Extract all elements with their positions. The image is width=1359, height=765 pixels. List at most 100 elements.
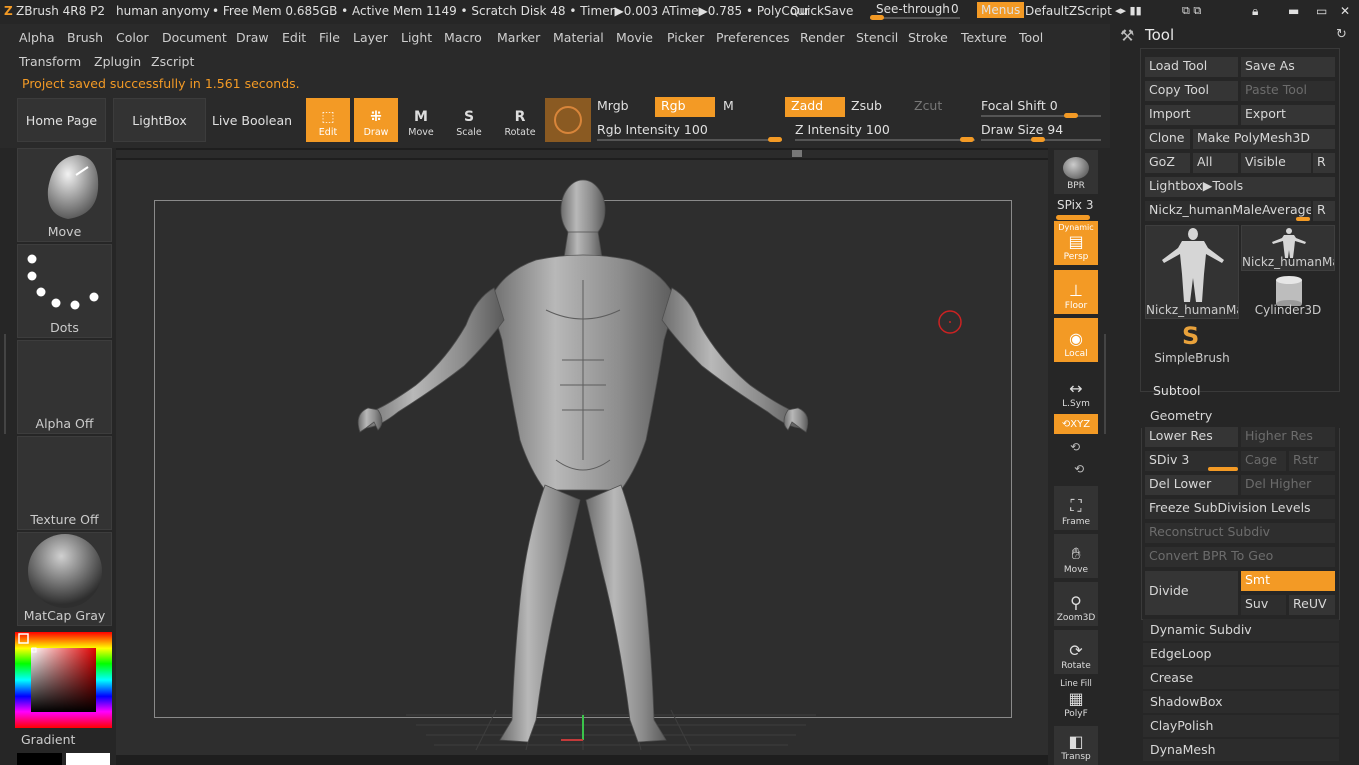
color-picker-swatch[interactable] (15, 632, 112, 728)
save-as-button[interactable]: Save As (1241, 57, 1335, 77)
menu-file[interactable]: File (316, 28, 343, 47)
menu-transform[interactable]: Transform (16, 52, 84, 71)
scale-mode-button[interactable]: S Scale (447, 98, 491, 142)
brush-selector[interactable]: Move (17, 148, 112, 242)
clone-button[interactable]: Clone (1145, 129, 1190, 149)
rgb-intensity-knob[interactable] (768, 137, 782, 142)
color-picker[interactable] (15, 632, 112, 728)
lock-icon[interactable]: 🔒︎ (1252, 4, 1258, 19)
main-color-swatch[interactable] (17, 753, 62, 765)
shadowbox-section[interactable]: ShadowBox (1143, 691, 1339, 713)
menu-marker[interactable]: Marker (494, 28, 543, 47)
goz-visible-button[interactable]: Visible (1241, 153, 1311, 173)
focal-shift-knob[interactable] (1064, 113, 1078, 118)
sdiv-slider-knob[interactable] (1208, 467, 1238, 471)
rotate-y-icon[interactable]: ⟲ (1070, 440, 1080, 454)
rotate-view-button[interactable]: ⟳ Rotate (1054, 630, 1098, 674)
rotate-z-icon[interactable]: ⟲ (1074, 462, 1084, 476)
close-icon[interactable]: ✕ (1340, 4, 1350, 18)
rstr-button[interactable]: Rstr (1289, 451, 1335, 471)
geometry-section[interactable]: Geometry (1143, 405, 1339, 427)
reconstruct-subdiv-button[interactable]: Reconstruct Subdiv (1145, 523, 1335, 543)
menu-picker[interactable]: Picker (664, 28, 707, 47)
menu-zscript[interactable]: Zscript (148, 52, 197, 71)
export-button[interactable]: Export (1241, 105, 1335, 125)
zadd-toggle[interactable]: Zadd (785, 97, 845, 117)
zsub-toggle[interactable]: Zsub (845, 97, 905, 117)
material-swatch-button[interactable] (545, 98, 591, 142)
menu-edit[interactable]: Edit (279, 28, 309, 47)
transp-button[interactable]: ◧ Transp (1054, 726, 1098, 765)
home-page-button[interactable]: Home Page (17, 98, 106, 142)
lightbox-tools-button[interactable]: Lightbox▶Tools (1145, 177, 1335, 197)
xyz-rotation-button[interactable]: ⟲ XYZ (1054, 414, 1098, 434)
rgb-intensity-slider[interactable]: Rgb Intensity 100 (591, 121, 781, 141)
local-button[interactable]: ◉ Local (1054, 318, 1098, 362)
del-higher-button[interactable]: Del Higher (1241, 475, 1335, 495)
goz-button[interactable]: GoZ (1145, 153, 1190, 173)
menu-color[interactable]: Color (113, 28, 152, 47)
dynamesh-section[interactable]: DynaMesh (1143, 739, 1339, 761)
maximize-icon[interactable]: ▭ (1316, 4, 1327, 18)
persp-button[interactable]: Dynamic ▤ Persp (1054, 221, 1098, 265)
alpha-selector[interactable]: Alpha Off (17, 340, 112, 434)
secondary-color-swatch[interactable] (66, 753, 110, 765)
tool-thumb-simplebrush[interactable]: S SimpleBrush (1145, 321, 1239, 367)
make-polymesh3d-button[interactable]: Make PolyMesh3D (1193, 129, 1335, 149)
edit-mode-button[interactable]: ⬚ Edit (306, 98, 350, 142)
subtool-section[interactable]: Subtool (1153, 383, 1200, 398)
rotate-mode-button[interactable]: R Rotate (498, 98, 542, 142)
rgb-intensity-track[interactable] (597, 139, 782, 141)
z-intensity-knob[interactable] (960, 137, 974, 142)
smt-toggle[interactable]: Smt (1241, 571, 1335, 591)
paste-tool-button[interactable]: Paste Tool (1241, 81, 1335, 101)
edgeloop-section[interactable]: EdgeLoop (1143, 643, 1339, 665)
m-toggle[interactable]: M (717, 97, 777, 117)
lightbox-button[interactable]: LightBox (113, 98, 206, 142)
menu-draw[interactable]: Draw (233, 28, 272, 47)
import-button[interactable]: Import (1145, 105, 1238, 125)
tool-thumb-cylinder3d[interactable]: Cylinder3D (1241, 273, 1335, 319)
menu-preferences[interactable]: Preferences (713, 28, 793, 47)
draw-size-knob[interactable] (1031, 137, 1045, 142)
move-mode-button[interactable]: M Move (399, 98, 443, 142)
draw-mode-button[interactable]: ⁜ Draw (354, 98, 398, 142)
focal-shift-track[interactable] (981, 115, 1101, 117)
quicksave-button[interactable]: QuickSave (790, 4, 853, 18)
copy-tool-button[interactable]: Copy Tool (1145, 81, 1238, 101)
crease-section[interactable]: Crease (1143, 667, 1339, 689)
material-selector[interactable]: MatCap Gray (17, 532, 112, 626)
menu-brush[interactable]: Brush (64, 28, 106, 47)
lsym-button[interactable]: ↔ L.Sym (1054, 368, 1098, 412)
current-tool-r-button[interactable]: R (1313, 201, 1335, 221)
menu-alpha[interactable]: Alpha (16, 28, 58, 47)
right-tray-handle[interactable] (1104, 334, 1108, 434)
load-tool-button[interactable]: Load Tool (1145, 57, 1238, 77)
spix-slider[interactable]: SPix 3 (1057, 198, 1093, 212)
zcut-toggle[interactable]: Zcut (908, 97, 968, 117)
menu-document[interactable]: Document (159, 28, 230, 47)
move-view-button[interactable]: ✋︎ Move (1054, 534, 1098, 578)
reuv-toggle[interactable]: ReUV (1289, 595, 1335, 615)
floor-button[interactable]: ⊥ Floor (1054, 270, 1098, 314)
texture-selector[interactable]: Texture Off (17, 436, 112, 530)
menu-stroke[interactable]: Stroke (905, 28, 951, 47)
see-through-slider[interactable] (870, 15, 960, 20)
divide-button[interactable]: Divide (1145, 571, 1238, 615)
claypolish-section[interactable]: ClayPolish (1143, 715, 1339, 737)
menu-macro[interactable]: Macro (441, 28, 485, 47)
window-layout-icon[interactable]: ⧉ ⧉ (1182, 4, 1201, 18)
dynamic-subdiv-section[interactable]: Dynamic Subdiv (1143, 619, 1339, 641)
suv-toggle[interactable]: Suv (1241, 595, 1286, 615)
menu-material[interactable]: Material (550, 28, 607, 47)
menu-light[interactable]: Light (398, 28, 435, 47)
z-intensity-slider[interactable]: Z Intensity 100 (789, 121, 979, 141)
tool-thumb-human-1[interactable]: Nickz_humanMa (1145, 225, 1239, 319)
bpr-button[interactable]: BPR (1054, 150, 1098, 194)
polyf-button[interactable]: Line Fill ▦ PolyF (1054, 678, 1098, 722)
menu-texture[interactable]: Texture (958, 28, 1010, 47)
current-tool-slider[interactable]: Nickz_humanMaleAverage. (1145, 201, 1311, 221)
menu-tool[interactable]: Tool (1016, 28, 1046, 47)
rgb-toggle[interactable]: Rgb (655, 97, 715, 117)
focal-shift-slider[interactable]: Focal Shift 0 (975, 97, 1100, 117)
